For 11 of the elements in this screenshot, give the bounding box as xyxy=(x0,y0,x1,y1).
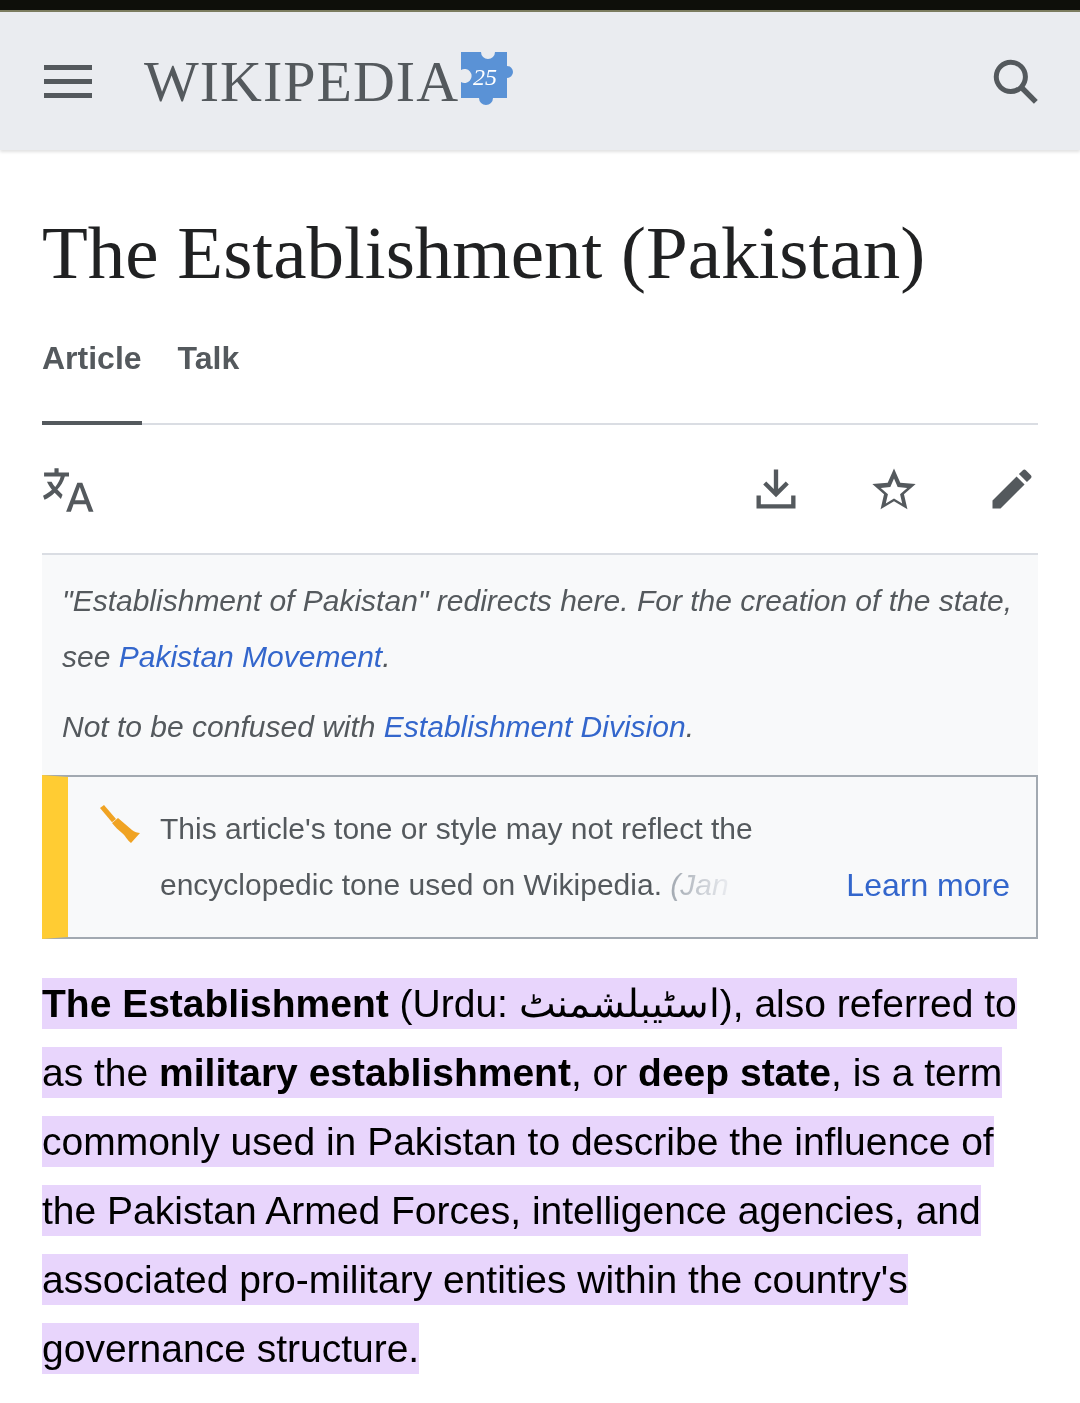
anniversary-number: 25 xyxy=(473,64,498,91)
hatnote-text: "Establishment of Pakistan" redirects here. For the creation of the state, see Pakistan Movement. xyxy=(62,583,1014,675)
page-tab[interactable]: Talk xyxy=(177,340,240,425)
hatnote-link[interactable]: Pakistan Movement xyxy=(118,640,383,673)
translate-icon[interactable] xyxy=(42,466,96,512)
hatnote-link[interactable]: Establishment Division xyxy=(383,710,686,743)
page-title: The Establishment (Pakistan) xyxy=(42,210,927,296)
page-tab[interactable]: Article xyxy=(42,340,142,425)
learn-more-link[interactable]: Learn more xyxy=(846,857,1010,913)
hatnote-text: Not to be confused with Establishment Division. xyxy=(62,709,695,745)
wikipedia-wordmark[interactable]: WIKIPEDIA xyxy=(144,47,460,115)
